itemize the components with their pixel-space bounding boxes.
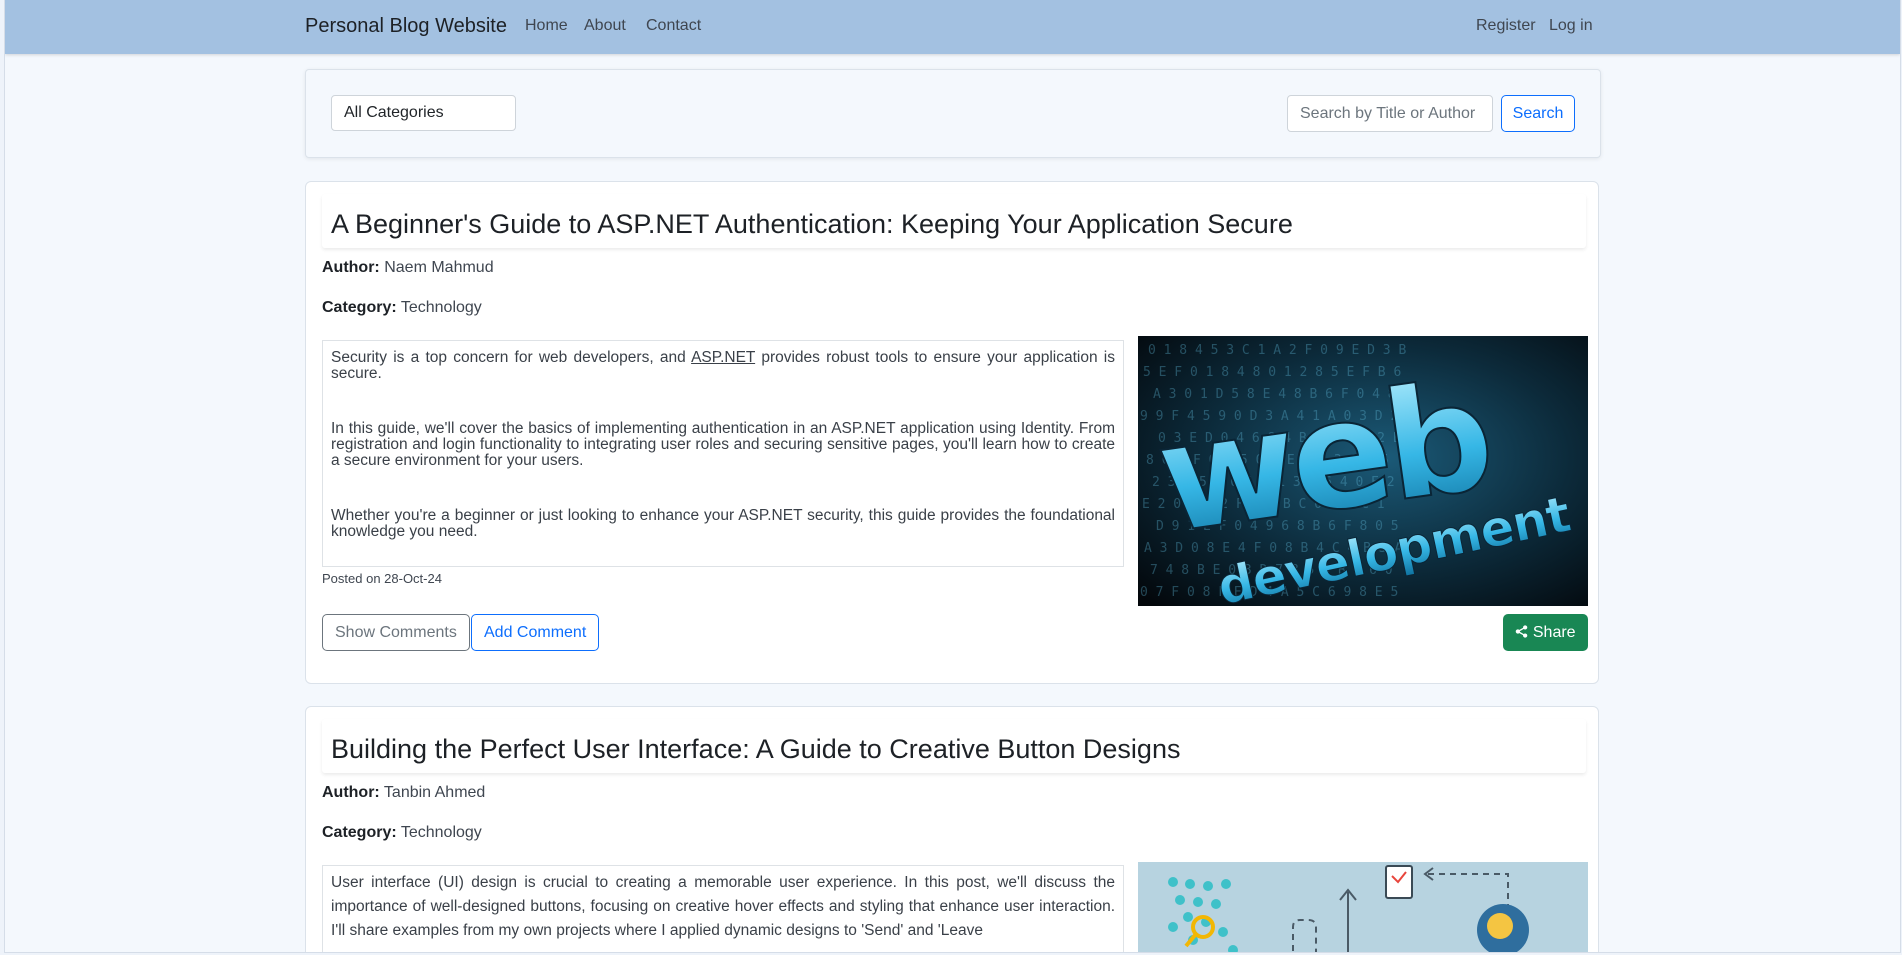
post-author: Author: Tanbin Ahmed	[322, 784, 485, 802]
post-paragraph: Security is a top concern for web develo…	[331, 349, 1116, 382]
author-label: Author:	[322, 259, 380, 276]
svg-text:0 1 8 4 5 3 C 1 A 2 F 0 9 E D: 0 1 8 4 5 3 C 1 A 2 F 0 9 E D 3 B	[1148, 343, 1406, 358]
brand-link[interactable]: Personal Blog Website	[305, 15, 507, 38]
author-name: Naem Mahmud	[384, 259, 494, 276]
post-author: Author: Naem Mahmud	[322, 259, 494, 277]
share-icon	[1515, 624, 1532, 641]
aspnet-link[interactable]: ASP.NET	[691, 349, 755, 366]
category-name: Technology	[400, 299, 482, 316]
navbar: Personal Blog Website Home About Contact…	[5, 0, 1900, 54]
share-button[interactable]: Share	[1503, 614, 1588, 651]
posted-date: Posted on 28-Oct-24	[322, 571, 442, 586]
post-category: Category: Technology	[322, 299, 482, 317]
category-label: Category:	[322, 824, 397, 841]
post-paragraph: User interface (UI) design is crucial to…	[331, 874, 1115, 939]
post-title: A Beginner's Guide to ASP.NET Authentica…	[331, 209, 1293, 239]
nav-about[interactable]: About	[584, 17, 626, 35]
post-paragraph: Whether you're a beginner or just lookin…	[331, 507, 1115, 540]
category-select-value: All Categories	[344, 104, 444, 121]
category-name: Technology	[400, 824, 482, 841]
post-category: Category: Technology	[322, 824, 482, 842]
post-image-ux-diagram	[1138, 862, 1588, 952]
post-card: A Beginner's Guide to ASP.NET Authentica…	[305, 181, 1599, 684]
post-card: Building the Perfect User Interface: A G…	[305, 706, 1599, 952]
page-frame: Personal Blog Website Home About Contact…	[4, 0, 1901, 953]
nav-home[interactable]: Home	[525, 17, 568, 35]
post-content: Security is a top concern for web develo…	[322, 340, 1124, 567]
nav-register[interactable]: Register	[1476, 17, 1536, 35]
post-content: User interface (UI) design is crucial to…	[322, 865, 1124, 952]
share-label: Share	[1532, 624, 1576, 641]
add-comment-button[interactable]: Add Comment	[471, 614, 600, 651]
post-paragraph: In this guide, we'll cover the basics of…	[331, 420, 1115, 469]
author-name: Tanbin Ahmed	[383, 784, 486, 801]
search-button[interactable]: Search	[1501, 95, 1575, 132]
author-label: Author:	[322, 784, 380, 801]
nav-login[interactable]: Log in	[1549, 17, 1593, 35]
search-input[interactable]	[1287, 95, 1493, 132]
show-comments-button[interactable]: Show Comments	[322, 614, 470, 651]
post-image-web-development: 0 1 8 4 5 3 C 1 A 2 F 0 9 E D 3 B 5 E F …	[1138, 336, 1588, 606]
post-title: Building the Perfect User Interface: A G…	[331, 734, 1181, 764]
filter-card: All Categories Search	[305, 69, 1601, 158]
category-select[interactable]: All Categories	[331, 95, 516, 131]
category-label: Category:	[322, 299, 397, 316]
nav-contact[interactable]: Contact	[646, 17, 701, 35]
